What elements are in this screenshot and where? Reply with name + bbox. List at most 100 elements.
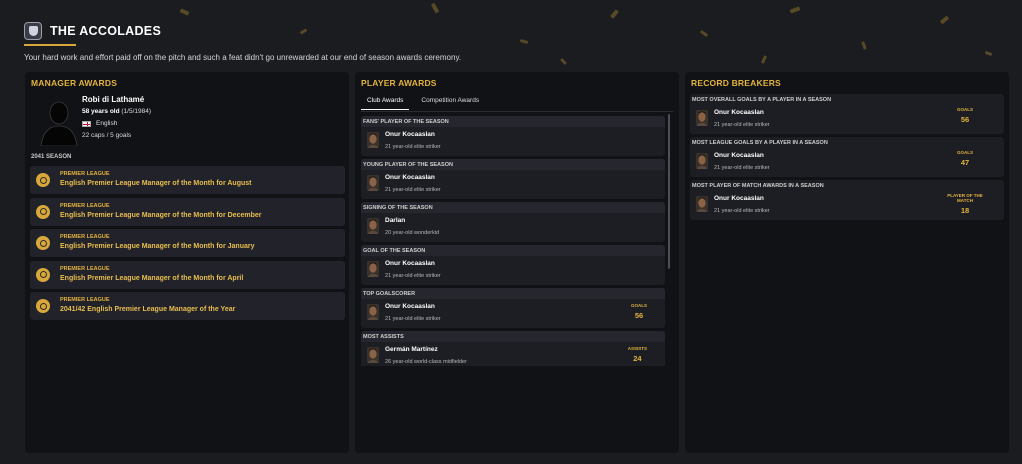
award-name: English Premier League Manager of the Mo…: [60, 211, 262, 219]
award-title: TOP GOALSCORER: [361, 288, 665, 299]
tab-competition-awards[interactable]: Competition Awards: [421, 94, 479, 110]
player-description: 21 year-old elite striker: [714, 122, 770, 128]
player-face-icon: [367, 218, 379, 234]
england-flag-icon: [82, 120, 91, 127]
player-name[interactable]: Onur Kocaaslan: [714, 152, 764, 159]
stat-block: ASSISTS 24: [628, 346, 647, 363]
manager-awards-panel: MANAGER AWARDS Robi di Lathamé 58 years …: [25, 72, 349, 453]
stat-label: PLAYER OF THE MATCH: [947, 193, 983, 203]
stat-block: GOALS 56: [940, 107, 990, 124]
list-item[interactable]: FANS' PLAYER OF THE SEASON Onur Kocaaslan…: [361, 116, 665, 156]
player-face-icon: [367, 261, 379, 277]
trophy-icon: [36, 236, 50, 250]
manager-nationality: English: [82, 120, 117, 127]
manager-silhouette-icon: [40, 101, 78, 146]
player-description: 21 year-old elite striker: [714, 208, 770, 214]
list-item[interactable]: PREMIER LEAGUE English Premier League Ma…: [30, 229, 345, 257]
award-title: GOAL OF THE SEASON: [361, 245, 665, 256]
list-item[interactable]: GOAL OF THE SEASON Onur Kocaaslan 21 year-…: [361, 245, 665, 285]
trophy-icon: [36, 267, 50, 282]
player-name[interactable]: Onur Kocaaslan: [385, 303, 435, 310]
award-competition: PREMIER LEAGUE: [60, 202, 110, 209]
player-name[interactable]: Germán Martínez: [385, 346, 438, 353]
player-name[interactable]: Onur Kocaaslan: [385, 174, 435, 181]
award-name: English Premier League Manager of the Mo…: [60, 243, 255, 250]
player-name[interactable]: Darlan: [385, 217, 405, 224]
player-face-icon: [696, 196, 708, 212]
award-name: English Premier League Manager of the Mo…: [60, 274, 244, 282]
list-item[interactable]: MOST PLAYER OF MATCH AWARDS IN A SEASON O…: [690, 180, 1004, 220]
award-competition: PREMIER LEAGUE: [60, 297, 110, 303]
stat-label: ASSISTS: [627, 346, 647, 351]
player-name[interactable]: Onur Kocaaslan: [714, 195, 764, 202]
list-item[interactable]: MOST LEAGUE GOALS BY A PLAYER IN A SEASO…: [690, 137, 1004, 177]
player-face-icon: [367, 304, 379, 320]
award-competition: PREMIER LEAGUE: [60, 234, 110, 240]
season-label: 2041 SEASON: [31, 154, 72, 160]
player-name[interactable]: Onur Kocaaslan: [385, 131, 435, 138]
manager-caps: 22 caps / 5 goals: [82, 132, 132, 139]
panel-title: MANAGER AWARDS: [31, 78, 118, 88]
stat-value: 24: [633, 354, 642, 363]
player-face-icon: [696, 153, 708, 169]
award-title: SIGNING OF THE SEASON: [361, 202, 665, 213]
tab-club-awards[interactable]: Club Awards: [361, 94, 410, 110]
award-title: YOUNG PLAYER OF THE SEASON: [361, 159, 665, 170]
list-item[interactable]: TOP GOALSCORER Onur Kocaaslan 21 year-old …: [361, 288, 665, 328]
award-title: FANS' PLAYER OF THE SEASON: [361, 116, 665, 127]
award-tabs: Club Awards Competition Awards: [361, 94, 479, 110]
award-title: MOST ASSISTS: [361, 331, 665, 342]
stat-block: GOALS 47: [940, 150, 990, 167]
manager-age: 58 years old (1/5/1984): [82, 108, 152, 115]
list-item[interactable]: YOUNG PLAYER OF THE SEASON Onur Kocaaslan…: [361, 159, 665, 199]
award-name: English Premier League Manager of the Mo…: [60, 180, 252, 187]
list-item[interactable]: PREMIER LEAGUE English Premier League Ma…: [30, 197, 345, 226]
panel-title: RECORD BREAKERS: [691, 78, 781, 88]
stat-value: 56: [960, 115, 970, 124]
player-face-icon: [696, 110, 708, 126]
stat-label: GOALS: [956, 150, 973, 155]
stat-value: 47: [960, 158, 970, 167]
award-title: MOST OVERALL GOALS BY A PLAYER IN A SEAS…: [692, 97, 832, 103]
scrollbar[interactable]: [668, 114, 670, 269]
list-item[interactable]: MOST OVERALL GOALS BY A PLAYER IN A SEAS…: [690, 94, 1004, 134]
list-item[interactable]: PREMIER LEAGUE 2041/42 English Premier L…: [30, 292, 345, 320]
player-description: 21 year-old elite striker: [385, 144, 441, 150]
list-item[interactable]: PREMIER LEAGUE English Premier League Ma…: [30, 260, 345, 289]
manager-award-list: PREMIER LEAGUE English Premier League Ma…: [30, 166, 345, 324]
player-award-list[interactable]: FANS' PLAYER OF THE SEASON Onur Kocaaslan…: [361, 116, 665, 366]
player-face-icon: [367, 175, 379, 191]
list-item[interactable]: SIGNING OF THE SEASON Darlan 20 year-old w…: [361, 202, 665, 242]
trophy-icon: [36, 173, 50, 187]
stat-block: GOALS 56: [631, 303, 647, 320]
page-header: THE ACCOLADES: [24, 22, 161, 40]
record-breakers-panel: RECORD BREAKERS MOST OVERALL GOALS BY A …: [685, 72, 1009, 453]
player-name[interactable]: Onur Kocaaslan: [385, 260, 435, 267]
list-item[interactable]: MOST ASSISTS Germán Martínez 26 year-old w…: [361, 331, 665, 366]
stat-label: GOALS: [956, 107, 973, 112]
title-underline: [24, 44, 76, 46]
panel-title: PLAYER AWARDS: [361, 78, 437, 88]
award-title: MOST LEAGUE GOALS BY A PLAYER IN A SEASO…: [692, 140, 828, 146]
player-awards-panel: PLAYER AWARDS Club Awards Competition Aw…: [355, 72, 679, 453]
award-competition: PREMIER LEAGUE: [60, 265, 110, 272]
page-title: THE ACCOLADES: [50, 24, 162, 38]
player-face-icon: [367, 347, 379, 363]
player-face-icon: [367, 132, 379, 148]
trophy-icon: [36, 204, 50, 219]
player-name[interactable]: Onur Kocaaslan: [714, 109, 764, 116]
stat-label: GOALS: [630, 303, 647, 308]
list-item[interactable]: PREMIER LEAGUE English Premier League Ma…: [30, 166, 345, 194]
stat-value: 18: [960, 206, 970, 215]
stat-block: PLAYER OF THE MATCH 18: [940, 193, 990, 215]
trophy-icon: [36, 299, 50, 313]
stat-value: 56: [634, 311, 644, 320]
award-competition: PREMIER LEAGUE: [60, 171, 110, 177]
player-description: 21 year-old elite striker: [385, 187, 441, 193]
player-description: 21 year-old elite striker: [385, 273, 441, 279]
player-description: 20 year-old wonderkid: [385, 230, 440, 236]
record-list: MOST OVERALL GOALS BY A PLAYER IN A SEAS…: [690, 94, 1004, 223]
player-description: 26 year-old world-class midfielder: [385, 359, 467, 365]
award-name: 2041/42 English Premier League Manager o…: [60, 306, 236, 313]
club-crest-icon: [24, 22, 42, 40]
